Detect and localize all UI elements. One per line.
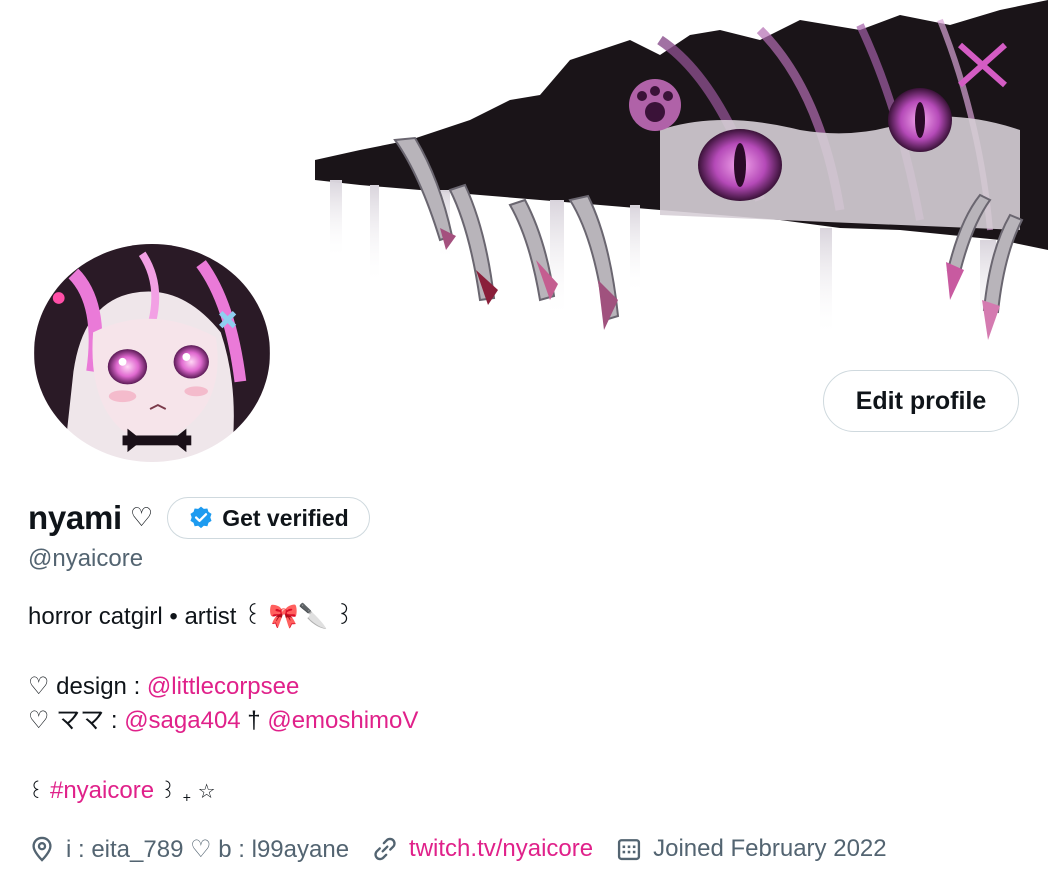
verified-badge-icon	[190, 506, 212, 529]
profile-name-row: nyami ♡ Get verified	[28, 496, 370, 540]
bio-bracket-open: ꒰	[28, 779, 50, 803]
get-verified-button[interactable]: Get verified	[167, 497, 370, 539]
profile-avatar[interactable]	[30, 240, 274, 466]
meta-location: i : eita_789 ♡ b : l99ayane	[28, 835, 349, 864]
hashtag-nyaicore-link[interactable]: #nyaicore	[50, 777, 154, 804]
meta-joined: Joined February 2022	[615, 835, 887, 863]
mention-emoshimov-link[interactable]: @emoshimoV	[267, 707, 418, 734]
profile-handle: @nyaicore	[28, 545, 144, 572]
edit-profile-button[interactable]: Edit profile	[823, 370, 1019, 432]
meta-website: twitch.tv/nyaicore	[371, 835, 593, 863]
calendar-icon	[618, 839, 641, 861]
bio-line-2: ♡ design : @littlecorpsee	[28, 670, 418, 704]
bio-design-prefix: ♡ design :	[28, 673, 147, 700]
mention-littlecorpsee-link[interactable]: @littlecorpsee	[147, 673, 299, 700]
link-icon	[374, 837, 396, 861]
name-heart: ♡	[129, 503, 154, 533]
header-banner-image[interactable]	[300, 0, 1048, 360]
mention-saga404-link[interactable]: @saga404	[124, 707, 240, 734]
profile-meta-row: i : eita_789 ♡ b : l99ayane twitch.tv/ny…	[28, 832, 909, 866]
location-pin-icon	[32, 836, 52, 862]
bio-dagger-separator: †	[240, 707, 268, 734]
joined-text: Joined February 2022	[653, 835, 887, 862]
get-verified-label: Get verified	[222, 504, 349, 531]
bio-star-symbol: ☆	[197, 779, 216, 803]
bio-bracket-close: ꒱	[154, 779, 177, 803]
profile-bio: horror catgirl • artist ꒰ 🎀🔪 ꒱ ♡ design …	[28, 600, 418, 808]
bio-line-3: ♡ ママ : @saga404 † @emoshimoV	[28, 704, 418, 738]
website-link[interactable]: twitch.tv/nyaicore	[409, 835, 593, 863]
bio-mama-prefix: ♡ ママ :	[28, 707, 125, 734]
edit-profile-label: Edit profile	[855, 386, 987, 415]
bio-line-4: ꒰ #nyaicore ꒱ + ☆	[28, 774, 418, 808]
display-name: nyami	[28, 499, 122, 536]
bio-line-1: horror catgirl • artist ꒰ 🎀🔪 ꒱	[28, 603, 354, 630]
bio-plus-symbol: +	[182, 789, 191, 805]
location-text: i : eita_789 ♡ b : l99ayane	[66, 835, 350, 863]
